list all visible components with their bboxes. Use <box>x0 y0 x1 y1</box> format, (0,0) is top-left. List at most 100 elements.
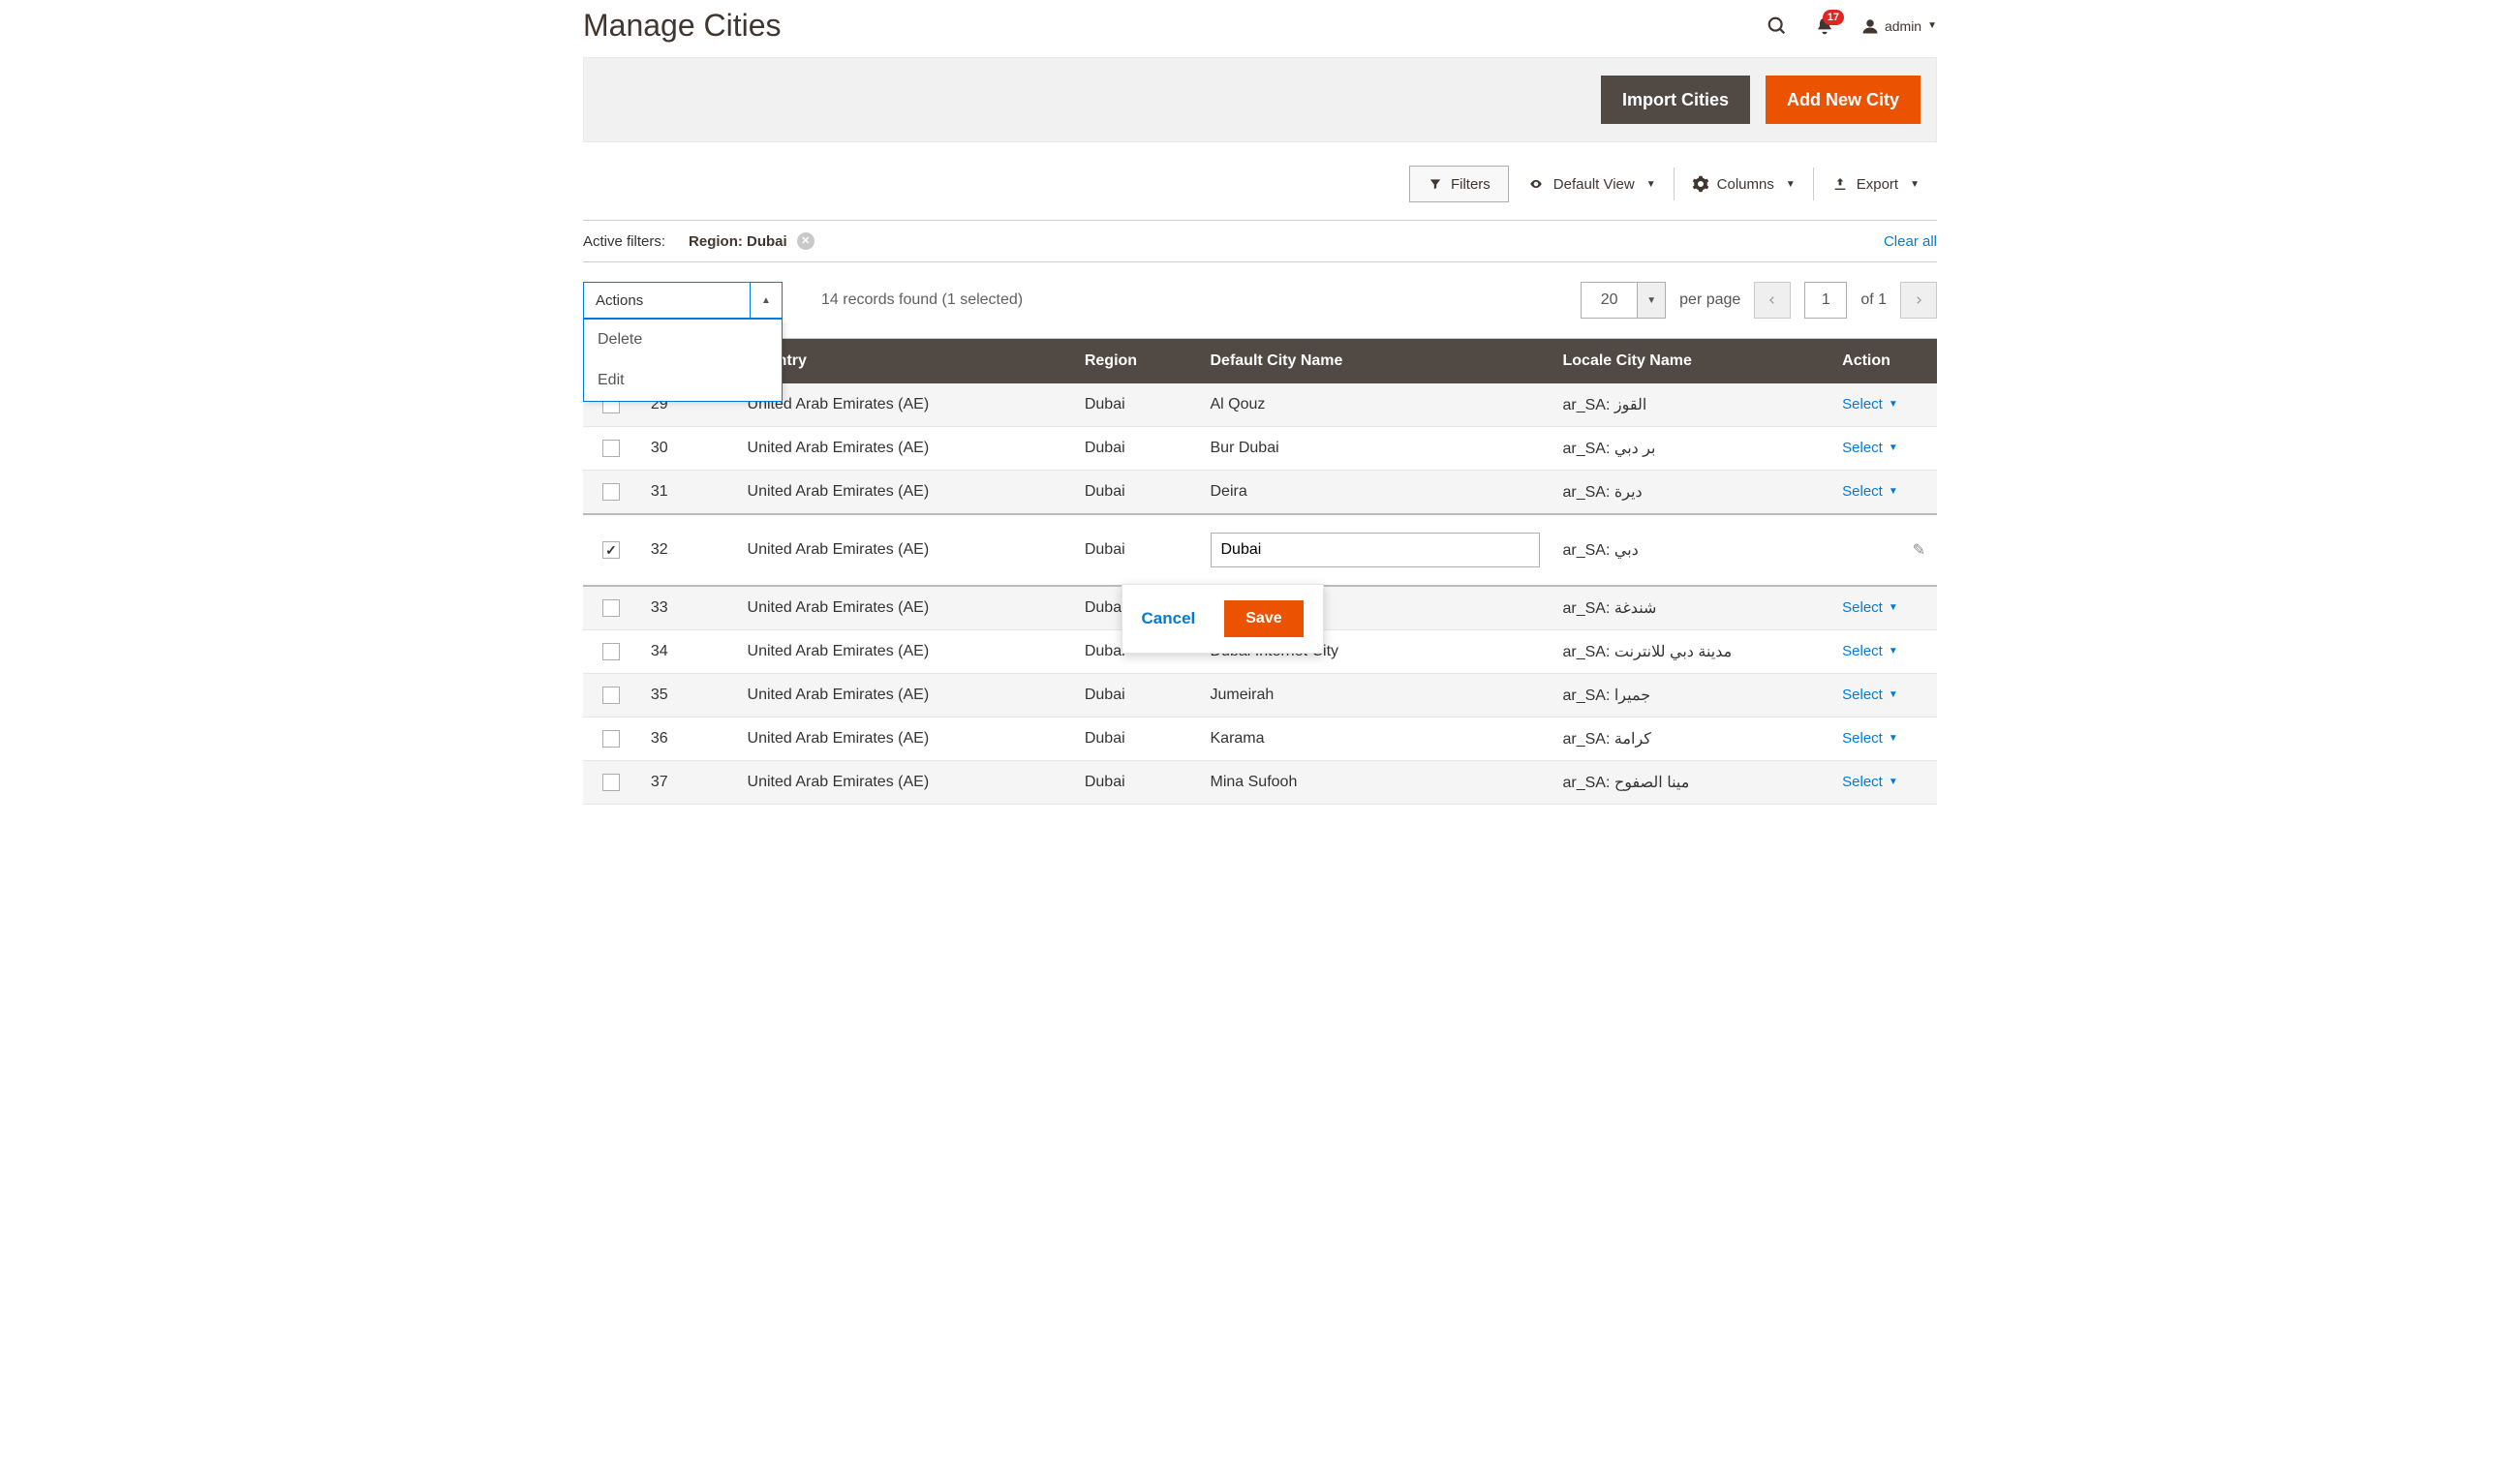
mass-actions-select[interactable]: Actions ▲ <box>583 282 783 319</box>
row-action-select[interactable]: Select ▼ <box>1842 774 1898 790</box>
row-checkbox[interactable] <box>602 643 620 660</box>
row-checkbox[interactable] <box>602 483 620 501</box>
row-city-name: Al Qouz <box>1199 383 1552 427</box>
row-action-select[interactable]: Select▼ <box>1842 396 1898 412</box>
row-region: Dubai <box>1073 471 1199 515</box>
header: Manage Cities 17 admin ▼ <box>583 0 1937 49</box>
col-locale-city[interactable]: Locale City Name <box>1552 339 1831 383</box>
clear-all-filters-link[interactable]: Clear all <box>1884 233 1937 250</box>
chevron-down-icon: ▼ <box>1889 443 1898 453</box>
col-country[interactable]: Country <box>736 339 1073 383</box>
row-action-select[interactable]: Select▼ <box>1842 730 1898 747</box>
per-page-select[interactable]: 20 ▼ <box>1581 282 1666 319</box>
row-city-name: Deira <box>1199 471 1552 515</box>
prev-page-button[interactable] <box>1754 282 1791 319</box>
filter-chip-region: Region: Dubai ✕ <box>689 232 814 250</box>
per-page-toggle[interactable]: ▼ <box>1637 282 1666 319</box>
row-country: United Arab Emirates (AE) <box>736 718 1073 761</box>
col-default-city[interactable]: Default City Name <box>1199 339 1552 383</box>
next-page-button[interactable] <box>1900 282 1937 319</box>
row-checkbox[interactable] <box>602 687 620 704</box>
row-action-select[interactable]: Select ▼ <box>1842 687 1898 703</box>
chevron-down-icon: ▼ <box>1646 179 1656 190</box>
row-country: United Arab Emirates (AE) <box>736 586 1073 630</box>
import-cities-button[interactable]: Import Cities <box>1601 76 1750 124</box>
row-country: United Arab Emirates (AE) <box>736 761 1073 805</box>
pencil-icon[interactable]: ✎ <box>1913 542 1925 559</box>
chevron-right-icon <box>1914 293 1923 307</box>
default-view-button[interactable]: Default View ▼ <box>1509 166 1674 202</box>
row-locale-name: ar_SA: كرامة <box>1552 718 1831 761</box>
table-row: 32United Arab Emirates (AE)Dubaiar_SA: د… <box>583 514 1937 586</box>
row-locale-name: ar_SA: شندغة <box>1552 586 1831 630</box>
row-country: United Arab Emirates (AE) <box>736 514 1073 586</box>
row-checkbox[interactable] <box>602 541 620 559</box>
row-city-name: Karama <box>1199 718 1552 761</box>
row-action-select[interactable]: Select▼ <box>1842 643 1898 659</box>
page-title: Manage Cities <box>583 8 782 44</box>
columns-button[interactable]: Columns ▼ <box>1675 166 1813 202</box>
records-found-label: 14 records found (1 selected) <box>821 291 1023 309</box>
row-locale-name: ar_SA: بر دبي <box>1552 427 1831 471</box>
row-locale-name: ar_SA: مينا الصفوح <box>1552 761 1831 805</box>
select-label: Select <box>1842 599 1883 616</box>
header-actions: 17 admin ▼ <box>1767 15 1937 37</box>
row-country: United Arab Emirates (AE) <box>736 471 1073 515</box>
chevron-down-icon: ▼ <box>1646 295 1656 306</box>
pagination: 20 ▼ per page 1 of 1 <box>1581 282 1937 319</box>
mass-actions-dropdown: Delete Edit <box>583 319 783 402</box>
user-menu[interactable]: admin ▼ <box>1861 17 1937 35</box>
select-label: Select <box>1842 730 1883 747</box>
chevron-down-icon: ▼ <box>1889 689 1898 700</box>
row-checkbox[interactable] <box>602 774 620 791</box>
mass-action-delete[interactable]: Delete <box>584 320 782 360</box>
filters-button[interactable]: Filters <box>1409 166 1509 202</box>
cancel-button[interactable]: Cancel <box>1142 609 1196 628</box>
chevron-down-icon: ▼ <box>1889 486 1898 497</box>
row-action-select[interactable]: Select▼ <box>1842 483 1898 500</box>
notifications-icon[interactable]: 17 <box>1815 15 1834 37</box>
mass-action-edit[interactable]: Edit <box>584 360 782 401</box>
remove-filter-button[interactable]: ✕ <box>797 232 814 250</box>
row-checkbox[interactable] <box>602 599 620 617</box>
export-icon <box>1831 176 1849 192</box>
notifications-count: 17 <box>1823 10 1844 25</box>
row-locale-name: ar_SA: دبي <box>1552 514 1831 586</box>
row-country: United Arab Emirates (AE) <box>736 674 1073 718</box>
table-row: 31United Arab Emirates (AE)DubaiDeiraar_… <box>583 471 1937 515</box>
select-label: Select <box>1842 687 1883 703</box>
row-id: 37 <box>639 761 736 805</box>
col-region[interactable]: Region <box>1073 339 1199 383</box>
row-country: United Arab Emirates (AE) <box>736 630 1073 674</box>
export-button[interactable]: Export ▼ <box>1814 166 1937 202</box>
mass-actions-label: Actions <box>583 282 750 319</box>
row-locale-name: ar_SA: القوز <box>1552 383 1831 427</box>
row-action-select[interactable]: Select▼ <box>1842 599 1898 616</box>
add-new-city-button[interactable]: Add New City <box>1766 76 1921 124</box>
filters-label: Filters <box>1451 176 1490 193</box>
search-icon[interactable] <box>1767 15 1788 37</box>
columns-label: Columns <box>1717 176 1774 193</box>
row-checkbox[interactable] <box>602 440 620 457</box>
export-label: Export <box>1857 176 1898 193</box>
row-region: Dubai <box>1073 514 1199 586</box>
per-page-value: 20 <box>1581 282 1637 319</box>
table-row: 36United Arab Emirates (AE)DubaiKaramaar… <box>583 718 1937 761</box>
row-checkbox[interactable] <box>602 730 620 748</box>
save-button[interactable]: Save <box>1224 600 1303 637</box>
row-city-name: Bur Dubai <box>1199 427 1552 471</box>
inline-edit-popup: Cancel Save <box>1122 584 1324 654</box>
row-action-select[interactable]: Select▼ <box>1842 440 1898 456</box>
row-id: 30 <box>639 427 736 471</box>
mass-actions-toggle[interactable]: ▲ <box>750 282 783 319</box>
select-label: Select <box>1842 396 1883 412</box>
per-page-label: per page <box>1679 291 1740 309</box>
grid-controls: Actions ▲ 14 records found (1 selected) … <box>583 262 1937 339</box>
page-number-input[interactable]: 1 <box>1804 282 1847 319</box>
row-id: 36 <box>639 718 736 761</box>
select-label: Select <box>1842 774 1883 790</box>
chevron-down-icon: ▼ <box>1889 777 1898 787</box>
row-region: Dubai <box>1073 718 1199 761</box>
row-city-name: Mina Sufooh <box>1199 761 1552 805</box>
city-name-input[interactable] <box>1211 533 1540 567</box>
